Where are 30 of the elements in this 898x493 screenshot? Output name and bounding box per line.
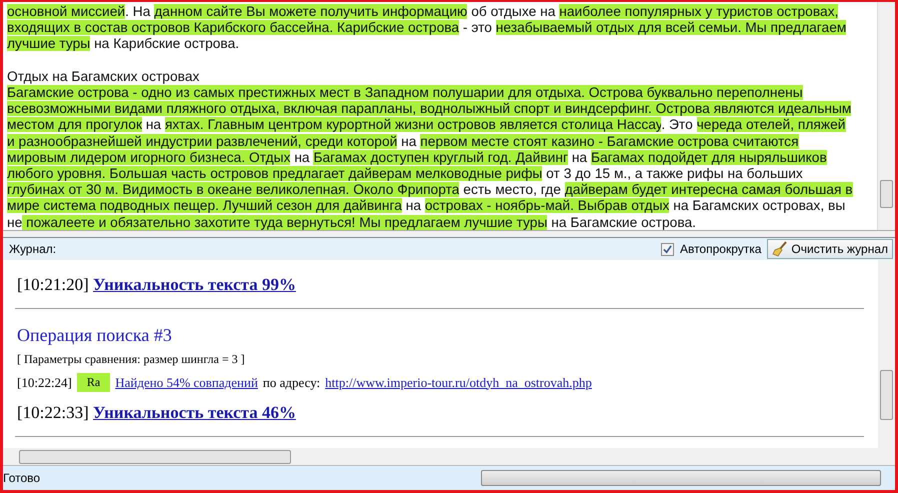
horizontal-scrollbar[interactable] (3, 448, 895, 465)
url-link[interactable]: http://www.imperio-tour.ru/otdyh_na_ostrovah.php (325, 374, 592, 390)
checkbox-icon[interactable] (660, 242, 674, 256)
source-badge: Ra (76, 373, 110, 392)
log-label: Журнал: (9, 242, 58, 256)
timestamp: [10:22:33] (17, 403, 89, 422)
text-line: мировым лидером игорного бизнеса. Отдых на Багамах доступен круглый год. Дайвинг на Багамах подойдет для ныряльшиков (7, 150, 827, 166)
vertical-scrollbar[interactable] (878, 260, 895, 448)
uniqueness-link[interactable]: Уникальность текста 46% (93, 403, 296, 422)
text-line: основной миссией. На данном сайте Вы можете получить информацию об отдыхе на наиболее популярных у туристов островах, (7, 4, 838, 20)
match-link[interactable]: Найдено 54% совпадений (115, 374, 258, 390)
uniqueness-link[interactable]: Уникальность текста 99% (93, 275, 296, 294)
text-line: местом для прогулок на яхтах. Главным центром курортной жизни островов является столица Нассау. Это череда отелей, пляжей (7, 117, 846, 134)
parameters-text: [ Параметры сравнения: размер шингла = 3 ] (17, 352, 246, 367)
vertical-scrollbar[interactable] (877, 2, 895, 230)
text-line: любого уровня. Большая часть островов предлагает дайверам мелководные рифы от 3 до 15 м., а также рифы на больших (7, 166, 803, 182)
clear-log-button[interactable]: Очистить журнал (767, 239, 893, 259)
splitter-bar[interactable] (3, 231, 895, 238)
address-label: по адресу: (262, 374, 320, 390)
broom-icon (772, 241, 788, 257)
text-line: не пожалеете и обязательно захотите туда вернуться! Мы предлагаем лучшие туры на Багамские острова. (7, 214, 696, 230)
autoscroll-checkbox[interactable]: Автопрокрутка (660, 242, 762, 256)
text-line: и разнообразнейшей индустрии развлечений, среди которой на первом месте стоят казино - Багамские острова считаются (7, 134, 799, 150)
timestamp: [10:22:24] (17, 374, 72, 390)
operation-heading: Операция поиска #3 (17, 324, 173, 347)
timestamp: [10:21:20] (17, 275, 89, 294)
text-line: входящих в состав островов Карибского бассейна. Карибские острова - это незабываемый отдых для всей семьи. Мы предлагаем (7, 20, 846, 36)
text-line: мире система подводных пещер. Лучший сезон для дайвинга на островах - ноябрь-май. Выбрав отдых на Багамских островах, вы (7, 198, 846, 215)
text-line: лучшие туры на Карибские острова. (7, 36, 240, 53)
status-text: Готово (3, 471, 42, 485)
